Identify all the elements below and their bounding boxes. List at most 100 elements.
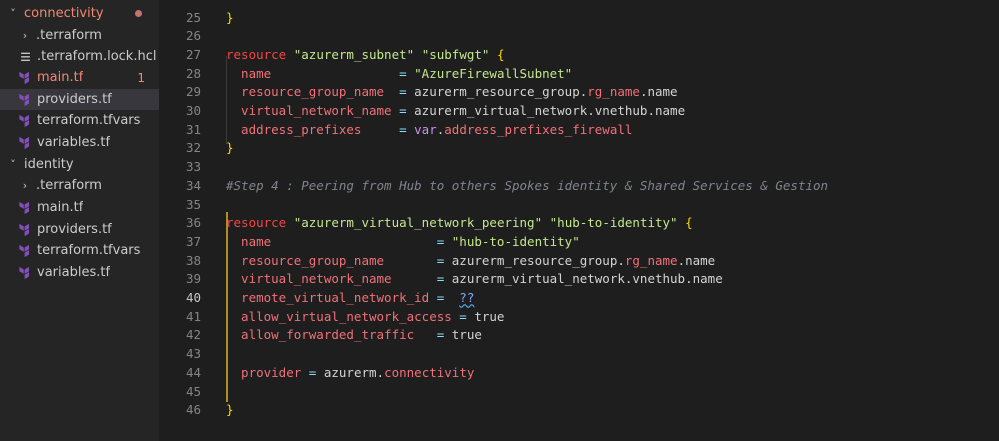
folder-connectivity[interactable]: ˅ connectivity <box>0 3 159 24</box>
file-terraform-lock-hcl[interactable]: .terraform.lock.hcl <box>0 46 159 67</box>
code-line[interactable]: 26 <box>159 27 999 46</box>
code-line[interactable]: 38 resource_group_name = azurerm_resourc… <box>159 252 999 271</box>
code-line[interactable]: 37 name = "hub-to-identity" <box>159 233 999 252</box>
line-number: 36 <box>185 215 201 231</box>
file-main-tf[interactable]: main.tf 1 <box>0 67 159 88</box>
line-number: 41 <box>185 308 201 324</box>
folder-terraform[interactable]: › .terraform <box>0 175 159 196</box>
line-number: 46 <box>185 402 201 418</box>
code-token: = <box>436 252 452 268</box>
code-text: } <box>226 139 234 158</box>
code-line[interactable]: 39 virtual_network_name = azurerm_virtua… <box>159 270 999 289</box>
code-token: virtual_network_name <box>226 103 400 118</box>
lines-icon <box>18 50 33 64</box>
explorer-item-label: .terraform <box>36 28 102 43</box>
code-token: .name <box>677 252 716 268</box>
code-line[interactable]: 32} <box>159 139 999 158</box>
line-number: 42 <box>185 327 201 343</box>
code-line[interactable]: 44 provider = azurerm.connectivity <box>159 364 999 383</box>
code-token: address_prefixes <box>226 121 400 137</box>
folder-identity[interactable]: ˅ identity <box>0 154 159 175</box>
code-line[interactable]: 45 <box>159 383 999 402</box>
terraform-icon <box>18 136 33 150</box>
line-number: 29 <box>185 84 201 100</box>
code-token: resource_group_name <box>226 84 400 100</box>
code-line[interactable]: 34 #Step 4 : Peering from Hub to others S… <box>159 177 999 196</box>
file-variables-tf[interactable]: variables.tf <box>0 132 159 153</box>
code-token: = <box>436 271 452 287</box>
explorer-item-label: .terraform <box>36 178 102 193</box>
line-number: 35 <box>185 196 201 212</box>
code-editor[interactable]: 25} 26 27 resource "azurerm_subnet" "subfwg… <box>159 0 999 441</box>
code-token: = <box>399 103 415 118</box>
code-token: } <box>226 140 234 156</box>
code-token: = <box>399 65 415 81</box>
code-line[interactable]: 31 address_prefixes = var.address_prefix… <box>159 121 999 140</box>
file-terraform-tfvars[interactable]: terraform.tfvars <box>0 110 159 131</box>
code-token: var <box>414 121 437 137</box>
code-line[interactable]: 36 resource "azurerm_virtual_network_peer… <box>159 214 999 233</box>
code-line[interactable]: 42 allow_forwarded_traffic = true <box>159 326 999 345</box>
code-line[interactable]: 46} <box>159 401 999 420</box>
line-number: 45 <box>185 383 201 399</box>
chevron-right-icon: › <box>22 179 28 192</box>
explorer-sidebar: ˅ connectivity › .terraform .terraform.lock.… <box>0 0 159 441</box>
code-token: name <box>226 65 400 81</box>
explorer-item-label: connectivity <box>24 6 104 21</box>
line-number: 40 <box>185 290 201 305</box>
code-line[interactable]: 33 <box>159 158 999 177</box>
code-token: = <box>399 121 415 137</box>
folder-terraform[interactable]: › .terraform <box>0 25 159 46</box>
code-token: resource <box>226 46 287 62</box>
code-token: resource <box>226 215 287 231</box>
line-number: 28 <box>185 65 201 81</box>
code-token: address_prefixes_firewall <box>444 121 633 137</box>
code-token: azurerm_virtual_network. <box>414 103 595 118</box>
line-number: 30 <box>185 103 201 118</box>
line-number: 43 <box>185 346 201 362</box>
code-line[interactable]: 25} <box>159 9 999 28</box>
code-token: rg_name <box>624 252 678 268</box>
line-number: 31 <box>185 121 201 137</box>
code-text: provider = azurerm.connectivity <box>226 364 474 383</box>
code-token: = <box>436 233 452 249</box>
terraform-icon <box>18 201 33 215</box>
code-line[interactable]: 35 <box>159 196 999 215</box>
code-line[interactable]: 29 resource_group_name = azurerm_resourc… <box>159 83 999 102</box>
code-token: { <box>496 46 505 62</box>
code-token: "subfwgt" <box>421 46 490 62</box>
code-token: } <box>226 402 234 418</box>
file-variables-tf[interactable]: variables.tf <box>0 262 159 283</box>
file-providers-tf[interactable]: providers.tf <box>0 89 159 110</box>
code-line[interactable]: 43 <box>159 345 999 364</box>
code-line[interactable]: 30 virtual_network_name = azurerm_virtua… <box>159 102 999 121</box>
line-number: 32 <box>185 140 201 156</box>
code-text: } <box>226 9 234 28</box>
file-main-tf[interactable]: main.tf <box>0 197 159 218</box>
code-token: allow_forwarded_traffic <box>226 327 437 343</box>
chevron-right-icon: › <box>22 29 28 42</box>
code-text: name = "AzureFirewallSubnet" <box>226 65 572 84</box>
code-text: } <box>226 401 234 420</box>
file-providers-tf[interactable]: providers.tf <box>0 219 159 240</box>
code-text: remote_virtual_network_id = ?? <box>226 289 474 308</box>
code-token: azurerm_resource_group. <box>414 84 588 100</box>
code-line[interactable]: 27 resource "azurerm_subnet" "subfwgt" { <box>159 46 999 65</box>
code-line[interactable]: 41 allow_virtual_network_access = true <box>159 308 999 327</box>
code-token: virtual_network_name <box>226 271 437 287</box>
line-number: 27 <box>185 46 201 62</box>
code-token: vnethub.name <box>632 271 723 287</box>
code-token: = <box>459 308 475 324</box>
code-text: resource "azurerm_subnet" "subfwgt" { <box>226 46 505 65</box>
code-line[interactable]: 28 name = "AzureFirewallSubnet" <box>159 65 999 84</box>
file-terraform-tfvars[interactable]: terraform.tfvars <box>0 240 159 261</box>
explorer-item-label: main.tf <box>37 70 84 85</box>
code-token: allow_virtual_network_access <box>226 308 460 324</box>
code-line[interactable]: 40 remote_virtual_network_id = ?? <box>159 289 999 308</box>
explorer-item-label: main.tf <box>37 200 84 215</box>
